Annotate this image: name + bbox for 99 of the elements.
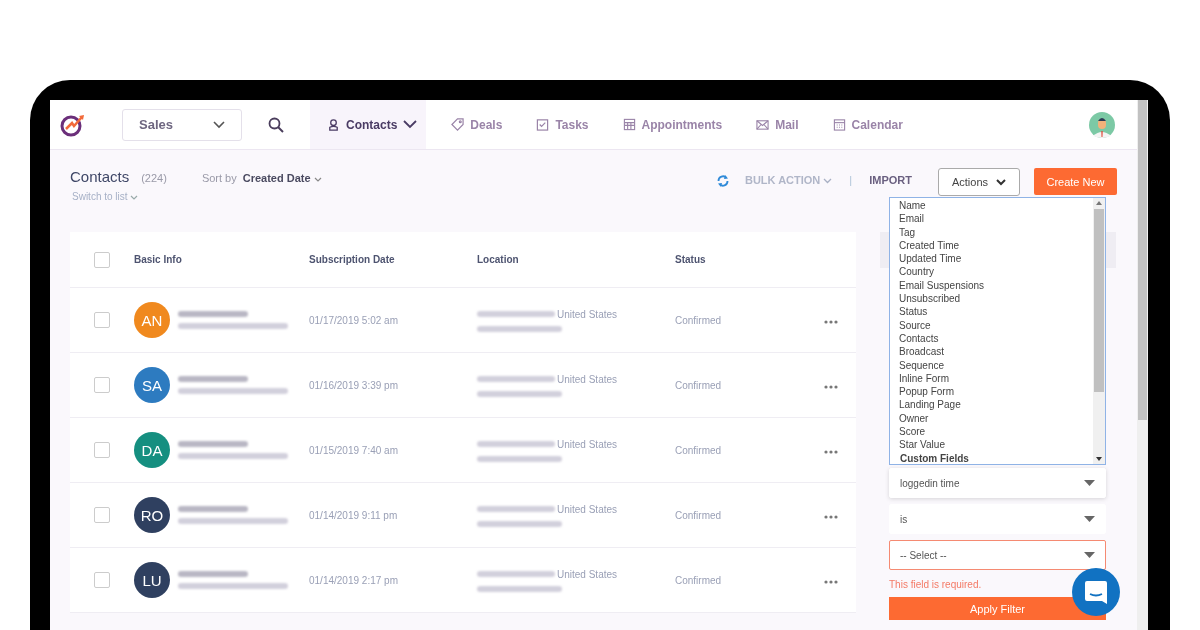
listbox-option[interactable]: Created Time — [899, 238, 1093, 253]
table-cell-text: 01/17/2019 5:02 am — [309, 314, 399, 326]
listbox-option[interactable]: Sequence — [899, 358, 1093, 372]
blurred-text — [178, 441, 248, 447]
scroll-down-icon[interactable] — [1096, 457, 1102, 461]
more-icon[interactable] — [824, 385, 838, 389]
blurred-text — [178, 311, 248, 317]
contact-avatar: DA — [134, 432, 170, 468]
table-cell-text: 01/14/2019 9:11 pm — [309, 509, 399, 521]
workspace-select[interactable]: Sales — [122, 108, 242, 141]
table-cell-text: Confirmed — [675, 314, 723, 326]
listbox-option[interactable]: Email — [899, 212, 1093, 226]
column-header: Location — [477, 254, 520, 265]
logo-icon[interactable] — [60, 112, 86, 137]
contact-avatar: LU — [134, 562, 170, 598]
contact-avatar: RO — [134, 497, 170, 533]
more-icon[interactable] — [824, 515, 838, 519]
listbox-option[interactable]: Email Suspensions — [899, 278, 1093, 293]
table-cell-text: 01/14/2019 2:17 pm — [309, 574, 399, 586]
table-cell-text: 01/15/2019 7:40 am — [309, 444, 399, 456]
calendar-icon — [832, 118, 846, 131]
row-checkbox[interactable] — [94, 572, 110, 588]
chevron-down-icon — [403, 120, 418, 129]
actions-button[interactable]: Actions — [938, 168, 1020, 196]
row-checkbox[interactable] — [94, 442, 110, 458]
option-group-label: Custom Fields — [899, 451, 970, 465]
listbox-option[interactable]: Name — [899, 199, 1093, 213]
value-select[interactable]: -- Select -- — [889, 540, 1106, 570]
row-checkbox[interactable] — [94, 377, 110, 393]
scroll-up-icon[interactable] — [1096, 201, 1102, 205]
table-cell: United States — [557, 503, 618, 515]
listbox-option[interactable]: Country — [899, 265, 1093, 279]
import-link[interactable]: IMPORT — [869, 174, 912, 186]
table-cell: United States — [557, 308, 618, 320]
listbox-option[interactable]: Updated Time — [899, 252, 1093, 266]
column-header: Basic Info — [134, 254, 183, 265]
listbox-option[interactable]: Status — [899, 305, 1093, 319]
sort-dropdown[interactable]: Created Date — [242, 172, 322, 184]
listbox-option[interactable]: Source — [899, 318, 1093, 332]
envelope-icon — [756, 118, 770, 131]
blurred-text — [178, 571, 248, 577]
select-all-checkbox[interactable] — [94, 251, 110, 268]
table-cell-text: 01/16/2019 3:39 pm — [309, 379, 399, 391]
table-cell-text: Confirmed — [675, 444, 723, 456]
separator: | — [849, 174, 853, 186]
chevron-down-icon — [213, 120, 225, 129]
listbox-option[interactable]: Inline Form — [899, 371, 1093, 386]
caret-icon — [1084, 480, 1095, 486]
chevron-down-icon — [313, 177, 322, 182]
caret-icon — [1084, 552, 1095, 558]
scrollbar[interactable] — [1093, 198, 1105, 464]
chevron-down-icon — [823, 178, 833, 184]
blurred-text — [178, 506, 248, 512]
page-scrollbar[interactable] — [1137, 100, 1148, 630]
contact-count: (224) — [141, 172, 167, 184]
contact-avatar: AN — [134, 302, 170, 338]
nav-tab[interactable]: Deals — [434, 100, 512, 149]
more-icon[interactable] — [824, 450, 838, 454]
error-message: This field is required. — [889, 579, 983, 590]
listbox-option[interactable]: Star Value — [899, 438, 1093, 452]
listbox-option[interactable]: Score — [899, 425, 1093, 439]
column-header: Subscription Date — [309, 254, 396, 265]
table-cell: United States — [557, 438, 618, 450]
row-checkbox[interactable] — [94, 507, 110, 523]
user-avatar-icon[interactable] — [1089, 111, 1115, 138]
table-icon — [622, 118, 636, 131]
chevron-down-icon — [996, 178, 1007, 186]
tag-icon — [451, 118, 465, 131]
more-icon[interactable] — [824, 320, 838, 324]
blurred-text — [178, 376, 248, 382]
listbox-option[interactable]: Landing Page — [899, 398, 1093, 412]
page-title: Contacts — [70, 168, 130, 185]
row-checkbox[interactable] — [94, 312, 110, 328]
nav-tab[interactable]: Contacts — [310, 100, 427, 149]
refresh-icon[interactable] — [715, 174, 730, 188]
listbox-option[interactable]: Broadcast — [899, 345, 1093, 359]
table-cell-text: Confirmed — [675, 379, 723, 391]
field-listbox[interactable]: Name Email Tag Created Time Updated Time Country Email Suspensions Unsubscribed Status Source Contacts Broadcast Sequence Inline Form Popup Form Landing Page Owner Score Star Value Custom Fields — [889, 197, 1106, 465]
contact-avatar: SA — [134, 367, 170, 403]
column-header: Status — [675, 254, 707, 265]
sort-label: Sort by — [201, 172, 237, 184]
table-cell: United States — [557, 373, 618, 385]
chat-launcher-overlay[interactable] — [1072, 568, 1120, 616]
listbox-option[interactable]: Popup Form — [899, 385, 1093, 399]
listbox-option[interactable]: Tag — [899, 225, 1093, 239]
more-icon[interactable] — [824, 580, 838, 584]
listbox-option[interactable]: Owner — [899, 411, 1093, 426]
caret-icon — [1084, 516, 1095, 522]
filter-select[interactable]: loggedin time — [889, 468, 1106, 498]
filter-select[interactable]: is — [889, 504, 1106, 534]
checkbox-icon — [536, 118, 550, 131]
listbox-option[interactable]: Unsubscribed — [899, 292, 1093, 306]
table-cell-text: Confirmed — [675, 509, 723, 521]
listbox-option[interactable]: Contacts — [899, 331, 1093, 346]
person-icon — [327, 118, 340, 131]
chevron-down-icon — [130, 195, 139, 200]
search-icon[interactable] — [268, 116, 284, 133]
table-cell: United States — [557, 568, 618, 580]
table-cell-text: Confirmed — [675, 574, 723, 586]
